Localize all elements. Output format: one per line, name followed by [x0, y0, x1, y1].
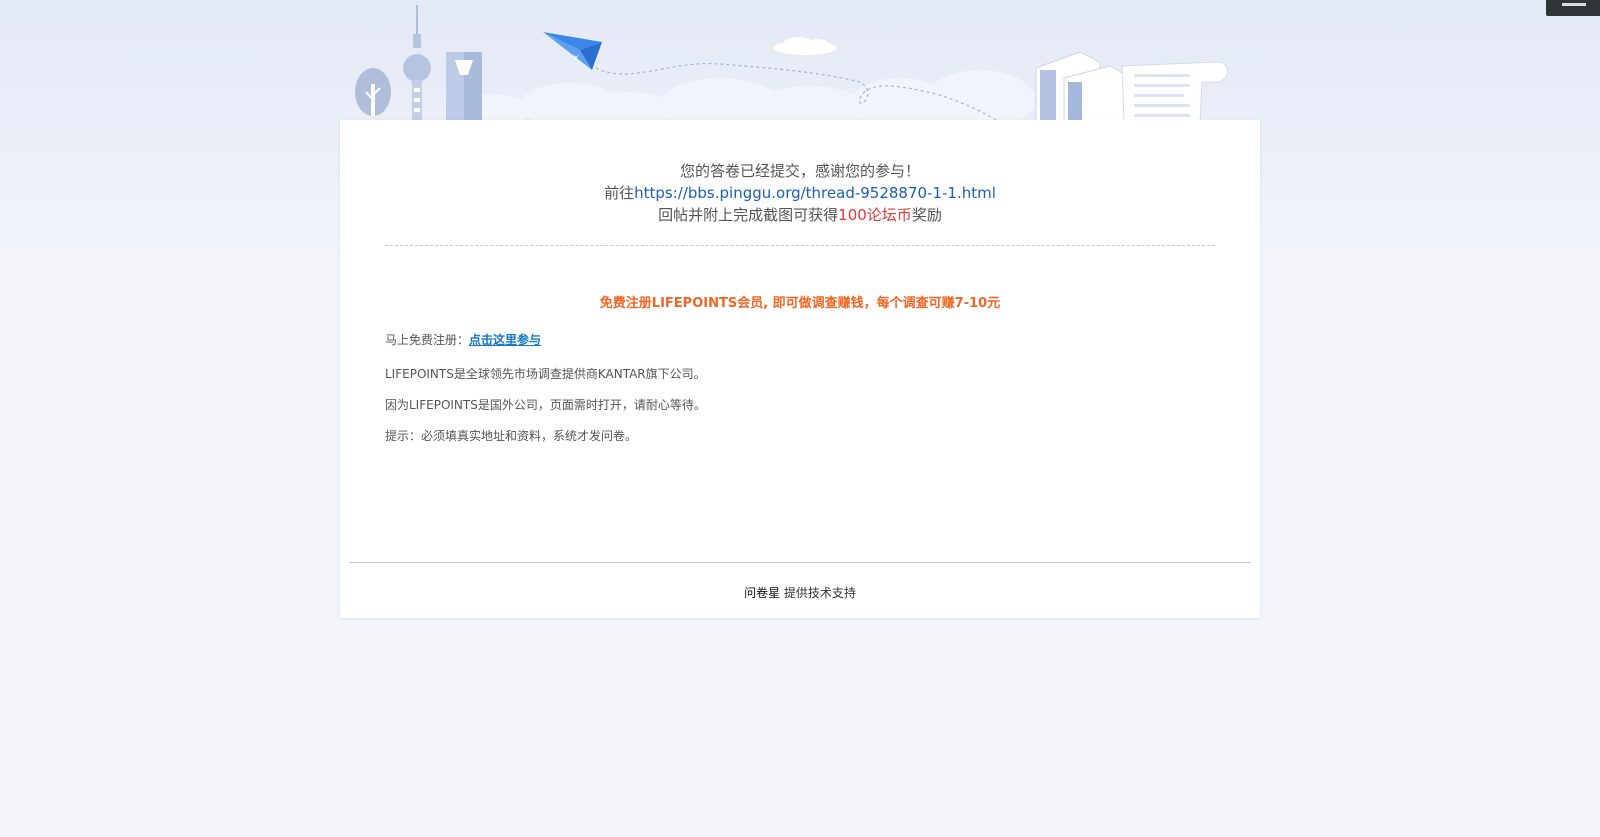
paper-plane-icon: [543, 32, 602, 70]
tree-icon: [355, 68, 391, 116]
reward-prefix: 回帖并附上完成截图可获得: [658, 206, 839, 224]
register-line: 马上免费注册：点击这里参与: [385, 331, 1205, 348]
info-note-loading: 因为LIFEPOINTS是国外公司，页面需时打开，请耐心等待。: [385, 398, 706, 412]
info-note-tip: 提示：必须填真实地址和资料，系统才发问卷。: [385, 429, 638, 443]
footer-support-text: 提供技术支持: [783, 586, 856, 600]
register-label: 马上免费注册：: [385, 333, 470, 347]
footer-brand-link[interactable]: 问卷星: [744, 586, 780, 600]
building-icon: [446, 52, 482, 122]
page: 您的答卷已经提交，感谢您的参与！ 前往https://bbs.pinggu.or…: [0, 0, 1600, 837]
header-illustration: [355, 5, 1228, 122]
scroll-icon: [1121, 61, 1228, 122]
books-icon: [1035, 51, 1125, 122]
corner-toolbar-button[interactable]: [1546, 0, 1600, 16]
submission-message: 您的答卷已经提交，感谢您的参与！ 前往https://bbs.pinggu.or…: [340, 160, 1260, 226]
footer-divider: [349, 562, 1251, 563]
register-link[interactable]: 点击这里参与: [469, 333, 541, 347]
footer: 问卷星 提供技术支持: [340, 584, 1260, 601]
result-card: 您的答卷已经提交，感谢您的参与！ 前往https://bbs.pinggu.or…: [340, 120, 1260, 618]
reward-amount: 100论坛币: [838, 206, 912, 224]
promo-headline: 免费注册LIFEPOINTS会员, 即可做调查赚钱，每个调查可赚7-10元: [599, 296, 1001, 311]
forum-thread-link[interactable]: https://bbs.pinggu.org/thread-9528870-1-…: [634, 184, 996, 202]
tower-icon: [403, 5, 431, 122]
forum-link-prefix: 前往: [604, 184, 635, 202]
reward-suffix: 奖励: [911, 206, 942, 224]
thank-you-text: 您的答卷已经提交，感谢您的参与！: [679, 162, 920, 180]
reward-line: 回帖并附上完成截图可获得100论坛币奖励: [340, 204, 1260, 226]
dashed-divider: [385, 245, 1215, 246]
forum-link-line: 前往https://bbs.pinggu.org/thread-9528870-…: [340, 182, 1260, 204]
info-note-company: LIFEPOINTS是全球领先市场调查提供商KANTAR旗下公司。: [385, 367, 706, 381]
